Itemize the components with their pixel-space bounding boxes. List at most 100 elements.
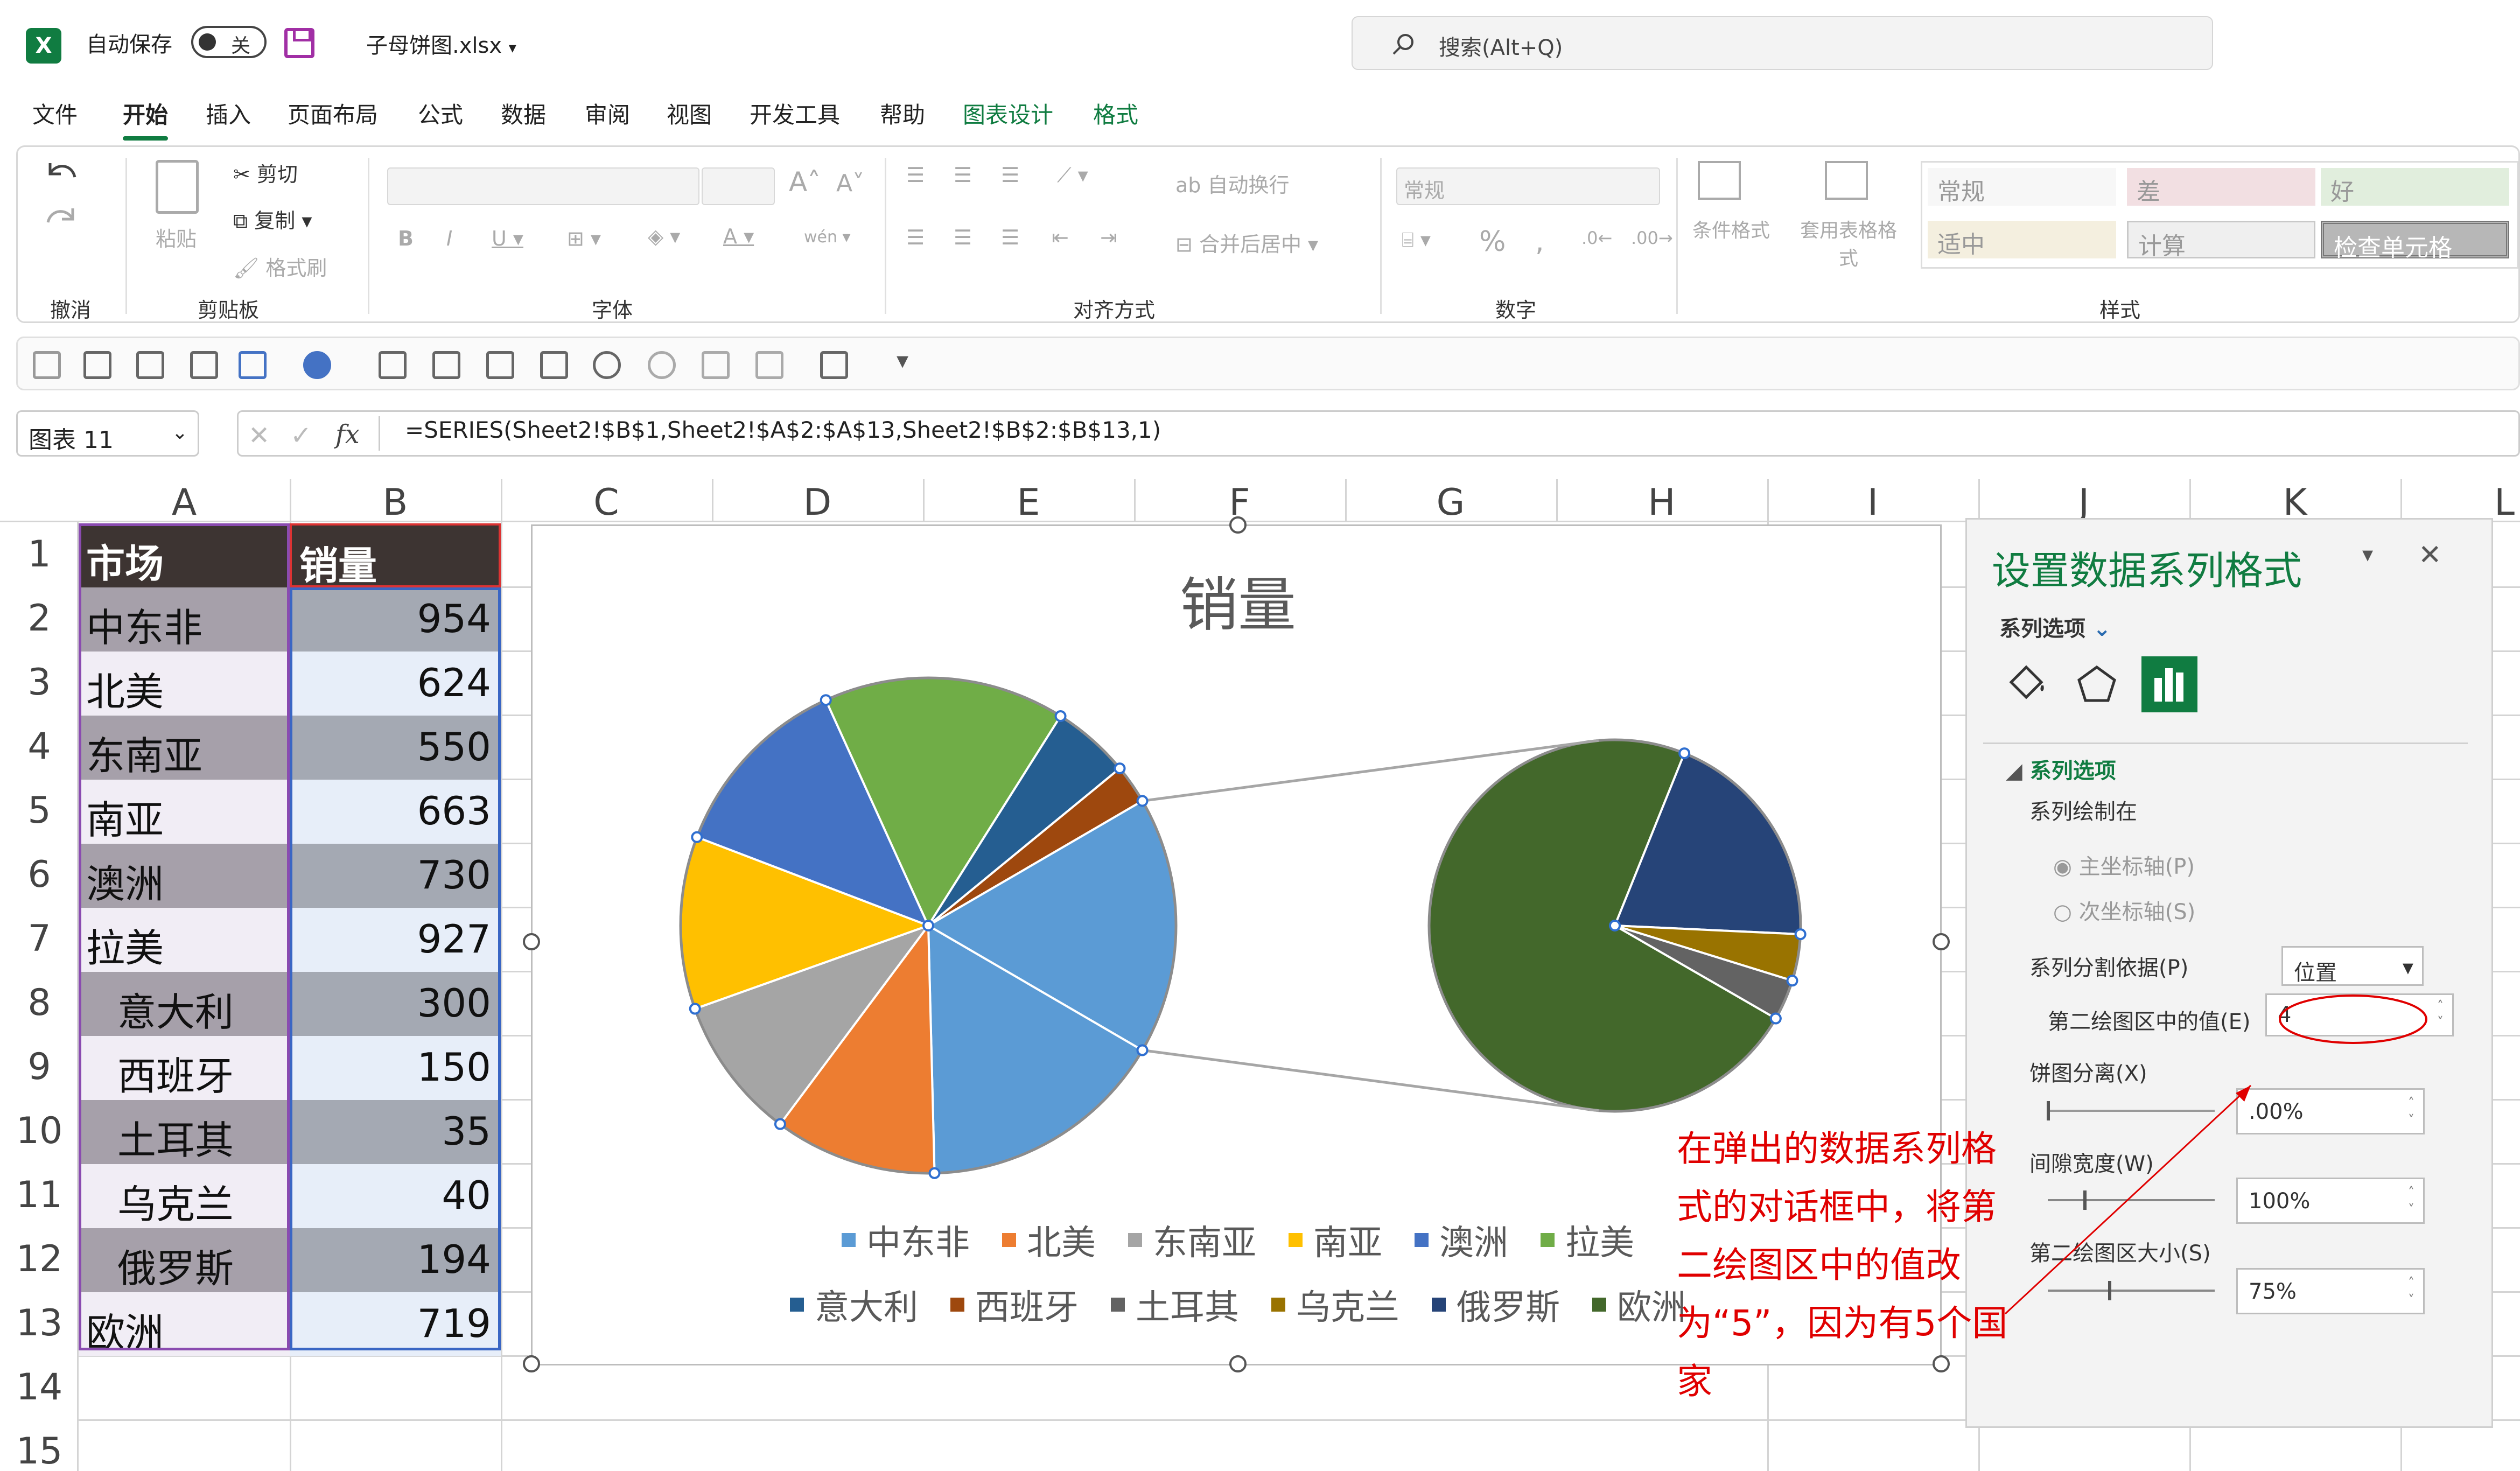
style-neutral[interactable]: 适中	[1928, 221, 2116, 258]
style-check-cell[interactable]: 检查单元格	[2321, 221, 2509, 262]
sort-descending-icon[interactable]	[136, 351, 164, 379]
legend-entry[interactable]: 土耳其	[1111, 1280, 1239, 1329]
font-name-box[interactable]	[387, 167, 699, 205]
legend-entry[interactable]: 东南亚	[1128, 1215, 1256, 1265]
row-header-7[interactable]: 7	[0, 917, 79, 960]
row-header-10[interactable]: 10	[0, 1110, 79, 1152]
currency-icon[interactable]: ⌸ ▾	[1402, 228, 1431, 252]
font-color-button[interactable]: A ▾	[723, 225, 754, 248]
tab-insert[interactable]: 插入	[206, 97, 251, 130]
bar-chart-icon[interactable]	[239, 351, 267, 379]
autosave-toggle[interactable]: 关	[191, 26, 267, 58]
resize-handle[interactable]	[523, 933, 540, 950]
file-name[interactable]: 子母饼图.xlsx ▾	[366, 28, 516, 59]
bold-button[interactable]: B	[398, 227, 414, 250]
border-button[interactable]: ⊞ ▾	[567, 227, 601, 250]
tab-review[interactable]: 审阅	[585, 97, 630, 130]
record-icon[interactable]	[648, 351, 676, 379]
redo-icon[interactable]	[43, 201, 80, 233]
percent-icon[interactable]: %	[1479, 226, 1506, 258]
align-left-icon[interactable]: ☰	[906, 226, 925, 249]
legend-entry[interactable]: 南亚	[1289, 1215, 1382, 1265]
legend-entry[interactable]: 澳洲	[1415, 1215, 1508, 1265]
column-header-d[interactable]: D	[712, 481, 923, 524]
number-format-box[interactable]: 常规	[1396, 167, 1660, 205]
style-normal[interactable]: 常规	[1928, 168, 2116, 206]
table-icon[interactable]	[486, 351, 514, 379]
row-header-1[interactable]: 1	[0, 533, 79, 576]
shapes-icon[interactable]	[820, 351, 848, 379]
wrap-text-button[interactable]: ab 自动换行	[1175, 169, 1290, 198]
resize-handle[interactable]	[1933, 933, 1950, 950]
align-middle-icon[interactable]: ☰	[954, 163, 972, 187]
column-header-g[interactable]: G	[1345, 481, 1556, 524]
tab-format[interactable]: 格式	[1093, 97, 1138, 130]
tab-formulas[interactable]: 公式	[418, 97, 463, 130]
align-top-icon[interactable]: ☰	[906, 163, 925, 187]
form-icon[interactable]	[702, 351, 730, 379]
tab-help[interactable]: 帮助	[880, 97, 925, 130]
legend-entry[interactable]: 欧洲	[1592, 1280, 1686, 1329]
style-good[interactable]: 好	[2321, 168, 2509, 206]
style-bad[interactable]: 差	[2127, 168, 2315, 206]
align-right-icon[interactable]: ☰	[1001, 226, 1019, 249]
tab-view[interactable]: 视图	[667, 97, 712, 130]
row-header-12[interactable]: 12	[0, 1238, 79, 1280]
name-box[interactable]: 图表 11 ⌄	[16, 410, 199, 457]
effects-icon[interactable]	[2073, 661, 2121, 709]
align-center-icon[interactable]: ☰	[954, 226, 972, 249]
orientation-icon[interactable]: ⟋ ▾	[1057, 163, 1088, 187]
search-box[interactable]: 搜索(Alt+Q)	[1352, 16, 2213, 70]
row-header-14[interactable]: 14	[0, 1366, 79, 1409]
legend-entry[interactable]: 拉美	[1541, 1215, 1634, 1265]
tab-chart-design[interactable]: 图表设计	[963, 97, 1053, 130]
cut-button[interactable]: ✂ 剪切	[233, 158, 298, 187]
save-icon[interactable]	[284, 28, 314, 58]
legend-entry[interactable]: 俄罗斯	[1432, 1280, 1560, 1329]
layout-icon[interactable]	[755, 351, 783, 379]
paste-icon[interactable]	[156, 160, 199, 214]
column-header-e[interactable]: E	[923, 481, 1134, 524]
customize-qat-icon[interactable]: ▾	[897, 347, 908, 374]
clear-icon[interactable]	[33, 351, 61, 379]
row-header-5[interactable]: 5	[0, 789, 79, 832]
decrease-font-icon[interactable]: A˅	[836, 170, 864, 197]
column-header-a[interactable]: A	[79, 481, 290, 524]
series-options-tab[interactable]	[2141, 656, 2197, 712]
resize-handle[interactable]	[1229, 516, 1247, 534]
row-header-9[interactable]: 9	[0, 1046, 79, 1088]
hierarchy-icon[interactable]	[379, 351, 407, 379]
function-icon[interactable]: fx	[335, 419, 360, 450]
column-header-h[interactable]: H	[1556, 481, 1767, 524]
table-format-icon[interactable]	[1825, 161, 1868, 200]
undo-icon[interactable]	[43, 156, 80, 188]
comma-icon[interactable]: ,	[1535, 226, 1544, 258]
resize-handle[interactable]	[1229, 1355, 1247, 1372]
merge-center-button[interactable]: ⊟ 合并后居中 ▾	[1175, 228, 1318, 257]
row-header-3[interactable]: 3	[0, 661, 79, 704]
phonetic-button[interactable]: wén ▾	[804, 228, 851, 247]
legend-entry[interactable]: 意大利	[790, 1280, 918, 1329]
tab-developer[interactable]: 开发工具	[750, 97, 840, 130]
row-header-6[interactable]: 6	[0, 853, 79, 896]
resize-handle[interactable]	[523, 1355, 540, 1372]
underline-button[interactable]: U ▾	[492, 227, 523, 250]
cancel-icon[interactable]: ✕	[248, 421, 270, 451]
tab-page-layout[interactable]: 页面布局	[288, 97, 378, 130]
pane-options-dropdown-icon[interactable]: ▾	[2362, 542, 2373, 567]
secondary-axis-radio[interactable]: ○ 次坐标轴(S)	[2053, 894, 2195, 926]
align-bottom-icon[interactable]: ☰	[1001, 163, 1019, 187]
legend-entry[interactable]: 中东非	[842, 1215, 970, 1265]
increase-decimal-icon[interactable]: .0←	[1581, 228, 1612, 248]
legend-entry[interactable]: 北美	[1002, 1215, 1096, 1265]
increase-indent-icon[interactable]: ⇥	[1100, 226, 1117, 249]
font-size-box[interactable]	[702, 167, 775, 205]
column-header-b[interactable]: B	[290, 481, 501, 524]
column-header-i[interactable]: I	[1767, 481, 1978, 524]
row-header-2[interactable]: 2	[0, 597, 79, 640]
header-cell-sales[interactable]: 销量	[290, 523, 501, 589]
row-header-15[interactable]: 15	[0, 1430, 79, 1471]
format-painter-button[interactable]: 🖌 格式刷	[233, 251, 327, 281]
legend-entry[interactable]: 西班牙	[950, 1280, 1079, 1329]
italic-button[interactable]: I	[446, 227, 452, 250]
